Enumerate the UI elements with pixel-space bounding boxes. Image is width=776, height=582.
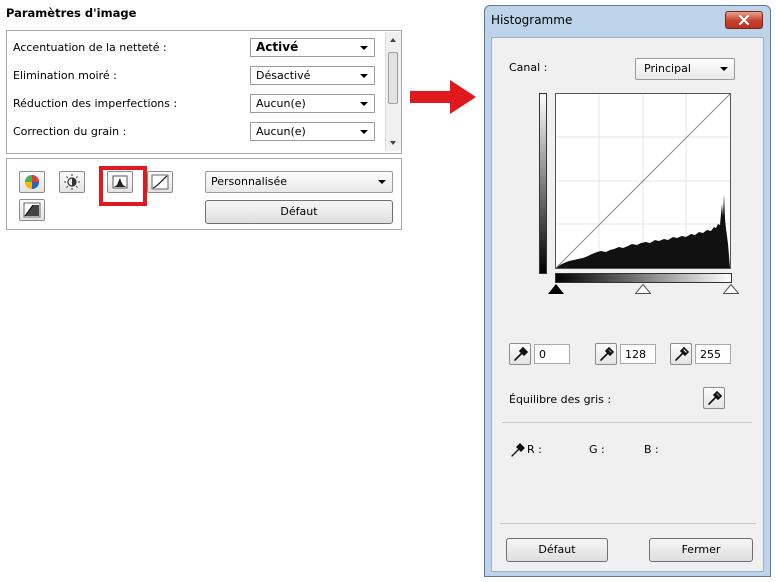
default-button[interactable]: Défaut — [506, 538, 608, 562]
eyedropper-icon — [600, 346, 615, 361]
dialog-title: Histogramme — [491, 13, 573, 27]
brightness-contrast-button[interactable] — [59, 171, 85, 193]
settings-scrollbar[interactable] — [385, 32, 401, 151]
setting-label: Elimination moiré : — [13, 69, 117, 82]
tone-curve-button[interactable] — [147, 171, 173, 193]
histogram-graph — [555, 93, 731, 269]
midtone-value-field[interactable]: 128 — [620, 344, 656, 364]
arrow-right-icon — [410, 80, 476, 114]
select-value: Principal — [644, 62, 691, 75]
chevron-down-icon — [360, 102, 368, 106]
highlight-eyedropper-button[interactable] — [670, 343, 692, 365]
output-gradient-bar — [539, 93, 547, 274]
eyedropper-icon — [514, 346, 529, 361]
setting-label: Accentuation de la netteté : — [13, 41, 167, 54]
brightness-contrast-icon — [64, 174, 80, 190]
canal-select[interactable]: Principal — [635, 58, 735, 80]
shadow-value-field[interactable]: 0 — [534, 344, 570, 364]
chevron-down-icon — [378, 180, 386, 184]
midtone-eyedropper-button[interactable] — [595, 343, 617, 365]
setting-row-grain: Correction du grain : Aucun(e) — [7, 118, 377, 146]
canal-label: Canal : — [509, 61, 548, 74]
tone-curve-icon — [151, 174, 169, 190]
eyedropper-icon — [708, 390, 723, 405]
highlight-value: 255 — [700, 348, 721, 361]
midtone-value: 128 — [625, 348, 646, 361]
eyedropper-icon — [675, 346, 690, 361]
highlight-value-field[interactable]: 255 — [695, 344, 731, 364]
shadow-slider-icon[interactable] — [548, 284, 564, 294]
close-button[interactable]: Fermer — [649, 538, 753, 562]
select-value: Désactivé — [256, 69, 311, 82]
blue-readout-label: B : — [644, 443, 659, 456]
setting-row-sharpness: Accentuation de la netteté : Activé — [7, 34, 377, 62]
histogram-dialog: Histogramme Canal : Principal 0 128 255 … — [484, 5, 771, 577]
threshold-button[interactable] — [19, 199, 45, 221]
sharpness-select[interactable]: Activé — [250, 38, 375, 57]
scroll-thumb[interactable] — [388, 52, 398, 104]
scroll-down-icon[interactable] — [390, 141, 396, 145]
histogram-highlight-frame — [99, 166, 147, 206]
histogram-plot — [555, 93, 731, 269]
chevron-down-icon — [360, 130, 368, 134]
chevron-down-icon — [360, 46, 368, 50]
shadow-value: 0 — [539, 348, 546, 361]
grey-balance-eyedropper-button[interactable] — [703, 387, 725, 409]
preset-select[interactable]: Personnalisée — [205, 171, 393, 193]
setting-label: Réduction des imperfections : — [13, 97, 178, 110]
imperfections-select[interactable]: Aucun(e) — [250, 94, 375, 113]
input-gradient-bar — [555, 273, 732, 283]
grain-select[interactable]: Aucun(e) — [250, 122, 375, 141]
setting-label: Correction du grain : — [13, 125, 127, 138]
threshold-icon — [23, 202, 41, 218]
midtone-slider-icon[interactable] — [635, 284, 651, 294]
panel-title: Paramètres d'image — [6, 6, 137, 20]
color-balance-icon — [25, 175, 39, 189]
select-value: Aucun(e) — [256, 125, 306, 138]
dialog-titlebar[interactable]: Histogramme — [485, 6, 770, 36]
eyedropper-icon — [511, 443, 525, 457]
select-value: Activé — [256, 40, 299, 54]
select-value: Aucun(e) — [256, 97, 306, 110]
green-readout-label: G : — [589, 443, 605, 456]
close-window-button[interactable] — [725, 11, 763, 29]
chevron-down-icon — [360, 74, 368, 78]
highlight-slider-icon[interactable] — [723, 284, 739, 294]
close-icon — [738, 14, 750, 26]
dialog-body: Canal : Principal 0 128 255 Équilibre de… — [491, 37, 764, 572]
divider — [500, 523, 756, 524]
setting-row-moire: Elimination moiré : Désactivé — [7, 62, 377, 90]
chevron-down-icon — [720, 67, 728, 71]
setting-row-imperfections: Réduction des imperfections : Aucun(e) — [7, 90, 377, 118]
scroll-up-icon[interactable] — [390, 38, 396, 42]
settings-list: Accentuation de la netteté : Activé Elim… — [6, 30, 402, 154]
left-default-button[interactable]: Défaut — [205, 200, 393, 224]
red-readout-label: R : — [527, 443, 542, 456]
grey-balance-label: Équilibre des gris : — [509, 393, 612, 406]
shadow-eyedropper-button[interactable] — [509, 343, 531, 365]
adjustment-toolbar: Personnalisée Défaut — [6, 158, 402, 230]
moire-select[interactable]: Désactivé — [250, 66, 375, 85]
color-balance-button[interactable] — [19, 171, 45, 193]
select-value: Personnalisée — [211, 175, 288, 188]
divider — [502, 422, 752, 423]
